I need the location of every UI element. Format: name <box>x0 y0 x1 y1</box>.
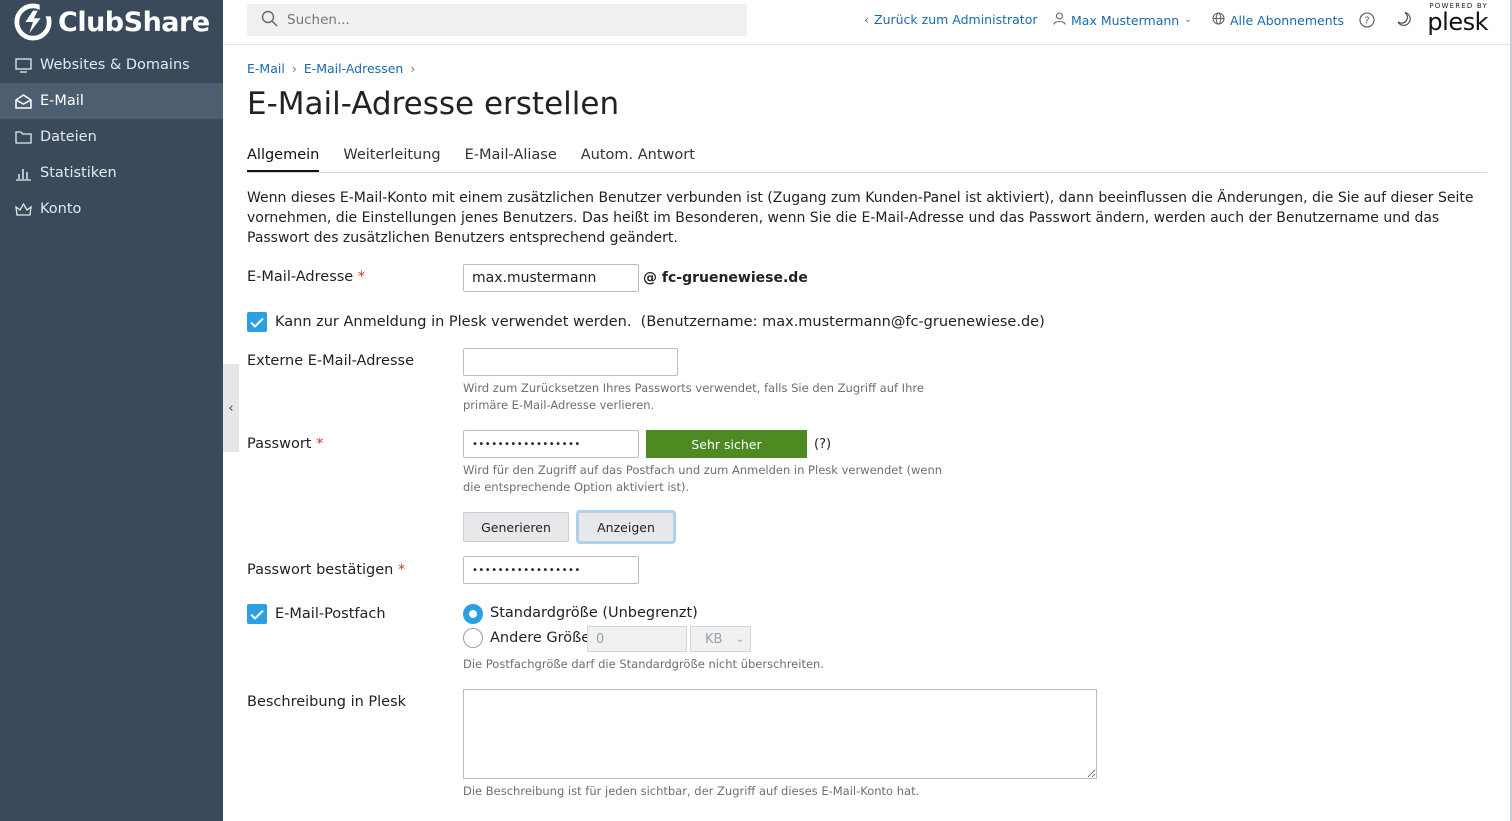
sidebar-item-label: Statistiken <box>40 165 117 181</box>
globe-icon <box>1212 12 1225 28</box>
brand-name: ClubShare <box>58 6 210 38</box>
help-icon: ? <box>1359 12 1375 28</box>
password-label: Passwort * <box>247 436 323 452</box>
confirm-password-label-text: Passwort bestätigen <box>247 562 394 578</box>
mailbox-size-unit-select[interactable]: KB ⌄ <box>690 626 751 652</box>
password-help: Wird für den Zugriff auf das Postfach un… <box>463 463 943 494</box>
svg-text:?: ? <box>1364 16 1369 27</box>
required-mark: * <box>357 269 366 285</box>
search-input[interactable] <box>287 12 707 28</box>
chevron-down-icon: ⌄ <box>1184 15 1192 25</box>
external-email-input[interactable] <box>463 348 678 376</box>
mailbox-size-input[interactable]: 0 <box>587 626 687 652</box>
user-menu[interactable]: Max Mustermann ⌄ <box>1053 12 1192 28</box>
tab-bar: Allgemein Weiterleitung E-Mail-Aliase Au… <box>247 147 1487 173</box>
mailbox-label: E-Mail-Postfach <box>275 606 386 622</box>
search-box[interactable] <box>247 4 747 36</box>
description-textarea[interactable] <box>463 689 1097 779</box>
sidebar-item-account[interactable]: Konto <box>0 191 223 227</box>
chevron-left-icon: ‹ <box>228 400 234 416</box>
clubshare-logo-icon <box>14 3 52 41</box>
email-address-label: E-Mail-Adresse * <box>247 269 365 285</box>
email-domain: @ fc-gruenewiese.de <box>643 270 808 286</box>
email-local-part-input[interactable] <box>463 264 639 292</box>
mailbox-size-other-label: Andere Größe <box>490 630 591 646</box>
password-strength-indicator: Sehr sicher <box>646 430 807 458</box>
chevron-right-icon: › <box>410 61 416 76</box>
sidebar-item-files[interactable]: Dateien <box>0 119 223 155</box>
page-title: E-Mail-Adresse erstellen <box>247 86 620 122</box>
sidebar-item-label: E-Mail <box>40 93 84 109</box>
theme-toggle[interactable] <box>1396 11 1412 27</box>
required-mark: * <box>397 562 406 578</box>
email-address-label-text: E-Mail-Adresse <box>247 269 354 285</box>
confirm-password-input[interactable] <box>463 556 639 584</box>
all-subscriptions-label: Alle Abonnements <box>1230 12 1345 28</box>
external-email-label: Externe E-Mail-Adresse <box>247 353 414 369</box>
chevron-right-icon: › <box>291 61 297 76</box>
breadcrumb-email-addresses[interactable]: E-Mail-Adressen <box>304 61 404 76</box>
confirm-password-label: Passwort bestätigen * <box>247 562 405 578</box>
breadcrumb: E-Mail › E-Mail-Adressen › <box>247 61 415 76</box>
back-to-admin-label: Zurück zum Administrator <box>874 12 1038 27</box>
plesk-logo: POWERED BY plesk <box>1426 2 1488 40</box>
tab-email-aliases[interactable]: E-Mail-Aliase <box>465 147 557 172</box>
user-icon <box>1053 12 1066 28</box>
search-icon <box>261 10 278 31</box>
mailbox-size-unit-value: KB <box>705 631 723 647</box>
generate-password-button[interactable]: Generieren <box>463 512 569 542</box>
password-label-text: Passwort <box>247 436 312 452</box>
breadcrumb-email[interactable]: E-Mail <box>247 61 285 76</box>
envelope-icon <box>15 93 32 110</box>
sidebar-item-label: Websites & Domains <box>40 57 190 73</box>
bar-chart-icon <box>15 165 32 182</box>
checkmark-icon <box>250 317 264 328</box>
sidebar-item-label: Konto <box>40 201 82 217</box>
checkmark-icon <box>250 609 264 620</box>
chevron-down-icon: ⌄ <box>735 633 744 645</box>
sidebar-item-statistics[interactable]: Statistiken <box>0 155 223 191</box>
monitor-icon <box>15 57 32 74</box>
password-strength-help[interactable]: (?) <box>814 437 831 452</box>
plesk-login-checkbox[interactable] <box>247 312 267 332</box>
sidebar-collapse-handle[interactable]: ‹ <box>223 364 239 452</box>
sidebar-nav: Websites & Domains E-Mail Dateien Statis… <box>0 47 223 227</box>
plesk-login-text: Kann zur Anmeldung in Plesk verwendet we… <box>275 314 632 330</box>
sidebar-item-label: Dateien <box>40 129 97 145</box>
plesk-login-label: Kann zur Anmeldung in Plesk verwendet we… <box>275 314 1045 330</box>
topbar: ‹ Zurück zum Administrator Max Musterman… <box>223 0 1512 45</box>
tab-forwarding[interactable]: Weiterleitung <box>343 147 440 172</box>
description-help: Die Beschreibung ist für jeden sichtbar,… <box>463 784 920 798</box>
plesk-login-username: (Benutzername: max.mustermann@fc-gruenew… <box>640 314 1045 330</box>
sidebar: ClubShare Websites & Domains E-Mail Date… <box>0 0 223 821</box>
description-label: Beschreibung in Plesk <box>247 694 407 710</box>
back-to-admin-link[interactable]: ‹ Zurück zum Administrator <box>864 12 1037 27</box>
moon-icon <box>1397 11 1411 26</box>
help-button[interactable]: ? <box>1359 12 1375 28</box>
brand[interactable]: ClubShare <box>0 0 223 44</box>
mailbox-size-other-radio[interactable] <box>463 628 483 648</box>
plesk-wordmark: plesk <box>1427 8 1488 36</box>
folder-icon <box>15 129 32 146</box>
external-email-help: Wird zum Zurücksetzen Ihres Passworts ve… <box>463 381 924 412</box>
mailbox-size-default-label: Standardgröße (Unbegrenzt) <box>490 605 698 621</box>
intro-text: Wenn dieses E-Mail-Konto mit einem zusät… <box>247 190 1474 246</box>
all-subscriptions-link[interactable]: Alle Abonnements <box>1212 12 1344 28</box>
sidebar-item-websites-domains[interactable]: Websites & Domains <box>0 47 223 83</box>
mailbox-checkbox[interactable] <box>247 604 267 624</box>
required-mark: * <box>316 436 324 452</box>
tab-auto-reply[interactable]: Autom. Antwort <box>581 147 695 172</box>
mailbox-size-default-radio[interactable] <box>463 604 483 624</box>
password-input[interactable] <box>463 430 639 458</box>
tab-general[interactable]: Allgemein <box>247 147 320 172</box>
mailbox-size-help: Die Postfachgröße darf die Standardgröße… <box>463 657 824 671</box>
account-icon <box>15 201 32 218</box>
sidebar-item-email[interactable]: E-Mail <box>0 83 223 119</box>
show-password-button[interactable]: Anzeigen <box>578 512 674 542</box>
user-name: Max Mustermann <box>1071 12 1180 28</box>
chevron-left-icon: ‹ <box>864 12 869 27</box>
